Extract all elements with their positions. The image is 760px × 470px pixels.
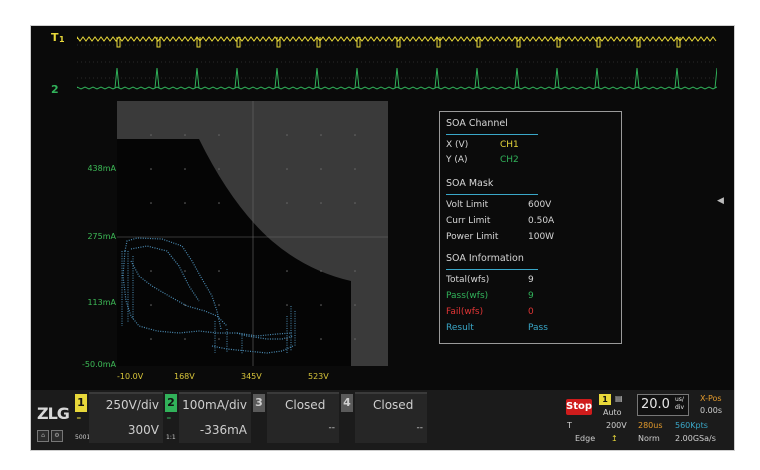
trigger-menu-icon[interactable]: ▤ bbox=[615, 394, 623, 403]
zlg-logo: ZLG bbox=[37, 404, 70, 423]
xpos-label: X-Pos bbox=[700, 394, 722, 403]
y-label-4: -50.0mA bbox=[82, 360, 116, 369]
timebase-value: 20.0 bbox=[641, 397, 670, 412]
ch2-settings[interactable]: 100mA/div -336mA bbox=[179, 392, 251, 443]
ch3-number-badge[interactable]: 3 bbox=[253, 394, 265, 412]
dc-coupling-icon: ═ bbox=[77, 415, 81, 422]
fail-value: 0 bbox=[528, 307, 534, 317]
soa-info-panel: SOA Channel X (V) CH1 Y (A) CH2 SOA Mask… bbox=[439, 111, 622, 344]
pass-label: Pass(wfs) bbox=[446, 291, 489, 301]
ch2-waveform bbox=[77, 67, 717, 90]
y-label-3: 113mA bbox=[87, 298, 116, 307]
trigger-type[interactable]: Edge bbox=[575, 434, 595, 443]
trigger-mode[interactable]: Auto bbox=[603, 408, 622, 417]
ch4-number-badge[interactable]: 4 bbox=[341, 394, 353, 412]
total-label: Total(wfs) bbox=[446, 275, 490, 285]
chevron-left-icon[interactable]: ◀ bbox=[717, 196, 724, 206]
ch2-number-badge[interactable]: 2 bbox=[165, 394, 177, 412]
total-value: 9 bbox=[528, 275, 534, 285]
divider bbox=[446, 269, 538, 270]
x-channel-value: CH1 bbox=[500, 140, 519, 150]
ch1-offset: 300V bbox=[127, 423, 159, 437]
power-limit-label: Power Limit bbox=[446, 232, 499, 242]
time-domain-waveforms bbox=[77, 36, 717, 90]
acquire-mode[interactable]: Norm bbox=[638, 434, 660, 443]
trigger-level-label: T bbox=[567, 421, 572, 430]
trigger-source-badge[interactable]: 1 bbox=[599, 394, 611, 405]
ch2-scale: 100mA/div bbox=[182, 398, 247, 412]
settings-icon[interactable]: ⚙ bbox=[51, 430, 63, 442]
time-offset: 280us bbox=[638, 421, 663, 430]
ch1-settings[interactable]: 250V/div 300V bbox=[89, 392, 163, 443]
power-limit-value: 100W bbox=[528, 232, 555, 242]
curr-limit-label: Curr Limit bbox=[446, 216, 491, 226]
stop-button[interactable]: Stop bbox=[566, 399, 592, 415]
timebase-control[interactable]: 20.0 us/ div bbox=[637, 394, 689, 416]
soa-mask-title: SOA Mask bbox=[446, 178, 494, 189]
ch3-offset: -- bbox=[328, 423, 336, 433]
home-icon[interactable]: ⌂ bbox=[37, 430, 49, 442]
volt-limit-value: 600V bbox=[528, 200, 552, 210]
ch3-settings[interactable]: Closed -- bbox=[267, 392, 339, 443]
model-label: 5001 bbox=[75, 434, 91, 441]
divider bbox=[446, 194, 538, 195]
soa-xy-plot bbox=[117, 101, 388, 366]
pass-value: 9 bbox=[528, 291, 534, 301]
oscilloscope-screen: T 1 2 438mA 275mA 113mA -50.0mA -10.0V 1… bbox=[30, 25, 735, 451]
result-value: Pass bbox=[528, 323, 548, 333]
xpos-value: 0.00s bbox=[700, 406, 722, 415]
x-label-1: -10.0V bbox=[117, 372, 144, 381]
dc-coupling-icon: ═ bbox=[167, 415, 171, 422]
ch1-marker[interactable]: 1 bbox=[59, 35, 65, 44]
ch2-probe-ratio: 1:1 bbox=[166, 434, 176, 441]
soa-information-title: SOA Information bbox=[446, 253, 524, 264]
y-channel-value: CH2 bbox=[500, 155, 519, 165]
ch4-status: Closed bbox=[373, 398, 414, 412]
x-label-2: 168V bbox=[174, 372, 195, 381]
divider bbox=[446, 134, 538, 135]
ch4-offset: -- bbox=[416, 423, 424, 433]
soa-channel-title: SOA Channel bbox=[446, 118, 508, 129]
ch2-marker[interactable]: 2 bbox=[51, 83, 59, 96]
memory-depth: 560Kpts bbox=[675, 421, 708, 430]
x-label-4: 523V bbox=[308, 372, 329, 381]
fail-label: Fail(wfs) bbox=[446, 307, 484, 317]
ch3-status: Closed bbox=[285, 398, 326, 412]
ch4-settings[interactable]: Closed -- bbox=[355, 392, 427, 443]
timebase-unit-bottom: div bbox=[675, 404, 685, 411]
ch1-number-badge[interactable]: 1 bbox=[75, 394, 87, 412]
ch1-scale: 250V/div bbox=[105, 398, 159, 412]
x-label-3: 345V bbox=[241, 372, 262, 381]
ch1-waveform bbox=[77, 36, 717, 48]
volt-limit-label: Volt Limit bbox=[446, 200, 489, 210]
curr-limit-value: 0.50A bbox=[528, 216, 555, 226]
rising-edge-icon: ↥ bbox=[611, 434, 618, 443]
result-label: Result bbox=[446, 323, 474, 333]
x-channel-label: X (V) bbox=[446, 140, 469, 150]
y-label-1: 438mA bbox=[87, 164, 116, 173]
sample-rate: 2.00GSa/s bbox=[675, 434, 716, 443]
trigger-level[interactable]: 200V bbox=[606, 421, 627, 430]
trigger-marker[interactable]: T bbox=[51, 31, 59, 44]
y-label-2: 275mA bbox=[87, 232, 116, 241]
y-channel-label: Y (A) bbox=[446, 155, 468, 165]
ch2-offset: -336mA bbox=[199, 423, 247, 437]
timebase-unit-top: us/ bbox=[675, 396, 684, 403]
